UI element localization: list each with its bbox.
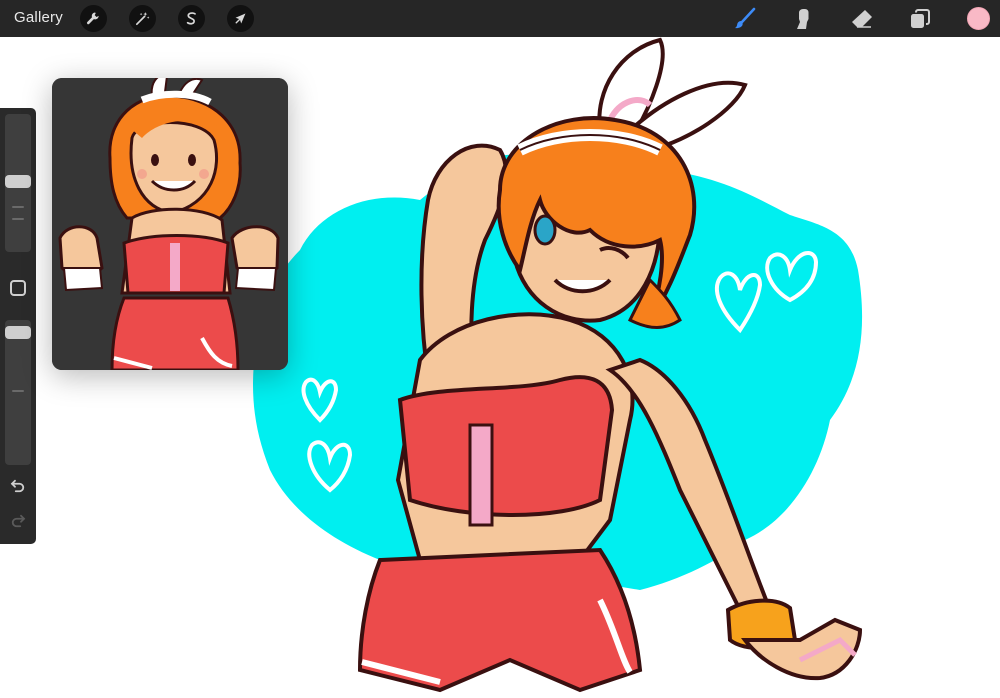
arrow-cursor-icon	[235, 13, 246, 24]
procreate-app: Gallery	[0, 0, 1000, 698]
adjustments-button[interactable]	[129, 5, 156, 32]
undo-button[interactable]	[8, 476, 28, 496]
eraser-tool-button[interactable]	[849, 6, 875, 32]
modify-button[interactable]	[10, 280, 26, 296]
color-picker-swatch[interactable]	[967, 7, 990, 30]
brush-tool-button[interactable]	[732, 6, 758, 32]
shorts	[357, 547, 643, 693]
side-toolbar	[0, 108, 36, 544]
gallery-button[interactable]: Gallery	[14, 9, 63, 26]
wrench-icon	[86, 12, 99, 25]
slider-tick	[12, 206, 24, 208]
reference-image-window[interactable]	[52, 78, 288, 370]
redo-icon	[11, 514, 26, 528]
brush-size-slider[interactable]	[5, 114, 31, 252]
smudge-icon	[797, 9, 809, 29]
selection-s-icon	[186, 12, 196, 25]
slider-tick	[12, 218, 24, 220]
undo-icon	[10, 479, 25, 493]
opacity-slider[interactable]	[5, 320, 31, 465]
redo-button[interactable]	[8, 511, 28, 531]
eraser-icon	[852, 10, 872, 28]
slider-tick	[12, 390, 24, 392]
brush-size-thumb[interactable]	[5, 175, 31, 188]
selection-button[interactable]	[178, 5, 205, 32]
reference-artwork	[52, 78, 288, 370]
crop-top	[397, 375, 615, 517]
transform-button[interactable]	[227, 5, 254, 32]
magic-wand-icon	[135, 12, 150, 26]
top-toolbar: Gallery	[0, 0, 1000, 37]
layers-tool-button[interactable]	[907, 6, 933, 32]
brush-icon	[735, 7, 756, 29]
actions-button[interactable]	[80, 5, 107, 32]
layers-icon	[911, 9, 930, 28]
smudge-tool-button[interactable]	[790, 6, 816, 32]
opacity-thumb[interactable]	[5, 326, 31, 339]
